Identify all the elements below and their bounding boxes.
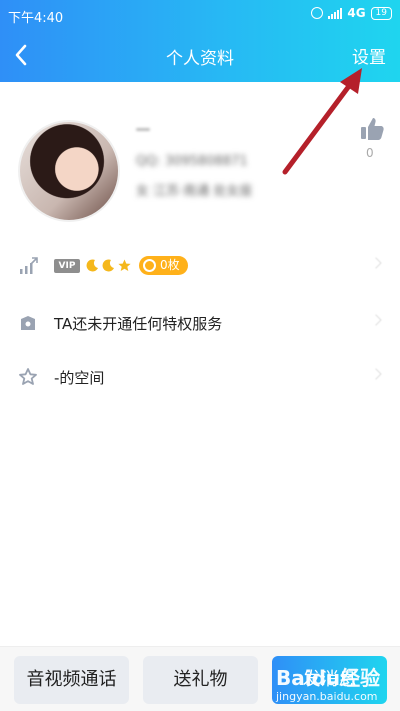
chevron-right-icon xyxy=(370,314,382,326)
coin-count: 0枚 xyxy=(160,258,180,272)
space-row[interactable]: -的空间 xyxy=(0,357,400,397)
alarm-icon xyxy=(311,7,324,19)
status-icons: 4G 19 xyxy=(311,6,392,20)
watermark-brand: Baidu经验 xyxy=(276,666,381,690)
star-outline-icon xyxy=(19,368,37,385)
vip-badge: VIP xyxy=(54,259,80,273)
signal-icon xyxy=(328,7,343,19)
moon-icon xyxy=(86,259,98,272)
status-bar: 下午4:40 4G 19 xyxy=(0,0,400,30)
network-label: 4G xyxy=(347,6,366,20)
battery-icon: 19 xyxy=(370,6,392,20)
baidu-watermark: Baidu经验 jingyan.baidu.com xyxy=(276,660,394,708)
status-time: 下午4:40 xyxy=(8,11,64,26)
avatar[interactable] xyxy=(18,120,120,222)
moon-icon xyxy=(102,259,114,272)
privilege-label: TA还未开通任何特权服务 xyxy=(54,315,223,333)
video-call-button[interactable]: 音视频通话 xyxy=(14,656,129,704)
coin-badge: 0枚 xyxy=(139,256,188,275)
level-chart-icon xyxy=(20,257,38,274)
nickname xyxy=(136,128,150,131)
chevron-right-icon xyxy=(370,257,382,269)
profile-info: 女 江苏·南通 处女座 xyxy=(136,184,253,199)
star-icon xyxy=(118,259,131,271)
watermark-url: jingyan.baidu.com xyxy=(276,690,378,703)
space-label: -的空间 xyxy=(54,369,105,387)
annotation-arrow-icon xyxy=(282,68,362,175)
privilege-row[interactable]: TA还未开通任何特权服务 xyxy=(0,303,400,343)
coin-icon xyxy=(143,259,156,272)
chevron-right-icon xyxy=(370,368,382,380)
send-gift-button[interactable]: 送礼物 xyxy=(143,656,258,704)
crown-icon xyxy=(21,316,35,330)
qq-number: QQ: 3095808871 xyxy=(136,154,248,169)
